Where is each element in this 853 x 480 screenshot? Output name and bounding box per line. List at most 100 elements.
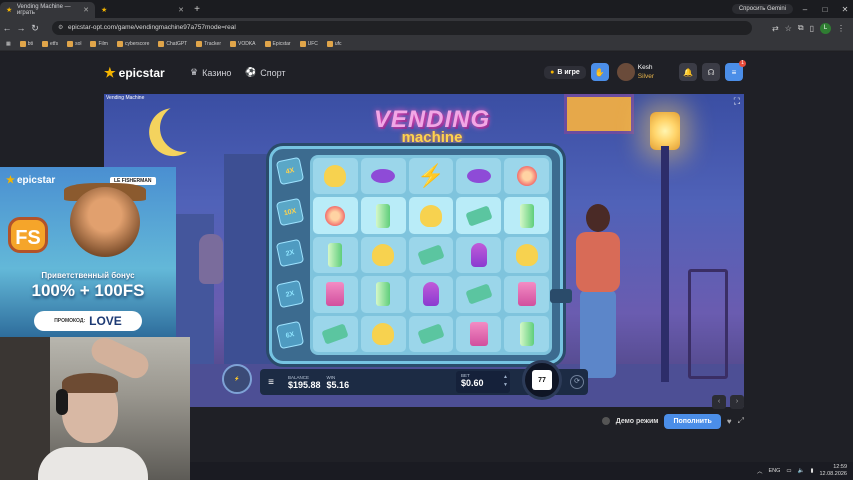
tab-second[interactable]: ★ ✕ [95,2,190,18]
minimize-icon[interactable]: – [797,5,813,14]
extensions-icon[interactable]: ⧉ [798,23,804,33]
girl-illustration [564,204,634,384]
cash-symbol-icon [321,323,350,345]
profile-avatar[interactable]: L [820,22,831,34]
side-panel-icon[interactable]: ▯ [810,24,814,33]
menu-button[interactable]: ≡ 1 [725,60,746,81]
reel-cell [456,158,502,195]
close-tab-icon[interactable]: ✕ [83,6,89,14]
bet-selector[interactable]: BET $0.60 ▲ ▼ [456,371,510,393]
reel-cell [408,315,454,352]
cash-symbol-icon [465,283,493,306]
tray-chevron-icon[interactable]: ︿ [757,467,763,475]
clock[interactable]: 12:59 12.08.2026 [819,464,847,478]
forward-icon[interactable]: → [14,23,28,33]
avatar [616,63,635,81]
tab-vending-machine[interactable]: ★ Vending Machine — играть ✕ [0,2,95,18]
bookmark-item[interactable]: ChatGPT [158,41,187,47]
star-logo-icon: ★ [6,175,15,186]
reel-cell [456,315,502,352]
close-tab-icon[interactable]: ✕ [178,6,184,14]
nav-casino[interactable]: ♛ Казино [190,67,231,78]
spin-button[interactable]: 77 [522,360,562,400]
bookmark-item[interactable]: Tracker [196,41,221,47]
network-icon[interactable]: ▭ [786,468,791,474]
cheese-symbol-icon [372,243,395,266]
bookmark-item[interactable]: sol [67,41,81,47]
site-logo[interactable]: ★ epicstar [104,65,165,81]
epicstar-favicon-icon: ★ [6,6,13,14]
favorite-heart-icon[interactable]: ♥ [727,417,732,426]
multiplier-badge: 4X [275,156,305,186]
battery-icon[interactable]: ▮ [810,468,813,474]
reel-cell [504,158,549,195]
url-text: epicstar-opt.com/game/vendingmachine97a7… [68,24,236,31]
reel-cell [504,197,549,234]
chair-illustration [688,269,728,379]
bet-increase-icon[interactable]: ▲ [503,373,508,381]
milk-symbol-icon [469,321,488,346]
ask-gemini-button[interactable]: Спросить Gemini [731,4,793,14]
gamepad-icon: ● [550,68,555,76]
hand-icon[interactable]: ✋ [590,63,609,81]
cash-symbol-icon [417,244,445,266]
apps-grid-icon[interactable]: ▦ [6,41,11,47]
multiplier-badge: 2X [275,238,305,268]
reel-cell [408,236,454,274]
deposit-button[interactable]: Пополнить [664,413,721,429]
close-window-icon[interactable]: ✕ [837,5,853,14]
game-menu-icon[interactable]: ≡ [260,377,282,388]
reel-cell [313,158,358,195]
reload-icon[interactable]: ↻ [28,23,42,34]
notification-badge: 1 [739,60,746,67]
bookmark-item[interactable]: VODKA [230,41,256,47]
spin-counter: 77 [532,370,552,390]
user-profile[interactable]: Kesh Silver [616,63,654,81]
maximize-icon[interactable]: □ [817,5,833,14]
bookmark-item[interactable]: ufc [326,41,342,47]
fullscreen-icon[interactable]: ⛶ [734,96,740,107]
cash-symbol-icon [465,204,493,227]
win-display: WIN $5.16 [326,374,350,390]
reel-cell [456,236,502,274]
multiplier-column: 4X 10X 2X 2X 6X [275,156,305,364]
lamp-post-illustration [661,146,669,382]
back-icon[interactable]: ← [0,23,14,33]
bookmark-item[interactable]: UFC [299,41,318,47]
menu-dots-icon[interactable]: ⋮ [837,24,845,33]
nav-sport[interactable]: ⚽ Спорт [245,67,286,78]
new-tab-button[interactable]: + [190,4,204,15]
reel-cell [313,315,358,352]
language-indicator[interactable]: ENG [768,468,780,474]
bookmark-item[interactable]: Film [90,41,108,47]
browser-tabbar: ★ Vending Machine — играть ✕ ★ ✕ + Спрос… [0,0,853,18]
bookmark-item[interactable]: Epicstar [264,41,291,47]
support-headset-icon[interactable]: ☊ [702,63,720,81]
bookmark-item[interactable]: bti [19,41,33,47]
volume-icon[interactable]: 🔈 [798,468,805,474]
autoplay-icon[interactable]: ⟳ [570,375,584,389]
multiplier-badge: 2X [275,279,305,309]
street-lamp-illustration [650,112,680,150]
next-arrow-icon[interactable]: › [730,395,744,409]
in-game-button[interactable]: ● В игре [544,65,586,79]
bookmark-item[interactable]: cyberscore [116,41,149,47]
game-control-bar: ≡ BALANCE $195.88 WIN $5.16 BET $0.60 ▲ … [260,360,588,400]
can-symbol-icon [376,203,391,228]
buy-bonus-button[interactable]: ⚡ [222,364,252,394]
site-info-icon[interactable]: ⚙ [58,21,63,35]
lolli-symbol-icon [516,166,537,187]
game-frame[interactable]: Vending Machine ⛶ VENDING machine 4X 10X… [104,94,744,407]
bookmark-star-icon[interactable]: ☆ [785,24,792,33]
tab-favicon-icon: ★ [101,6,108,14]
prev-arrow-icon[interactable]: ‹ [712,395,726,409]
bell-icon[interactable]: 🔔 [679,63,697,81]
url-input[interactable]: ⚙ epicstar-opt.com/game/vendingmachine97… [52,21,752,35]
translate-icon[interactable]: ⇄ [772,24,779,33]
demo-mode-toggle[interactable] [601,417,610,425]
bet-decrease-icon[interactable]: ▼ [503,381,508,389]
bookmark-item[interactable]: etfs [42,41,58,47]
promo-welcome: Приветственный бонус [41,271,135,280]
expand-icon[interactable]: ⤢ [738,416,744,426]
moon-illustration [156,100,212,156]
